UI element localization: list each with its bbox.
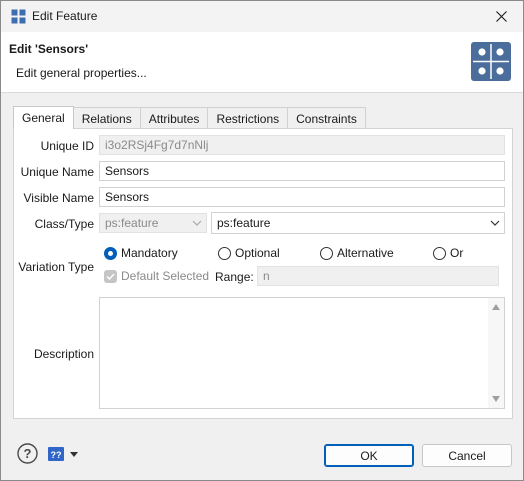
app-icon bbox=[11, 9, 26, 24]
dialog-subtitle: Edit general properties... bbox=[16, 66, 147, 80]
help-menu-glyph: ?? bbox=[51, 450, 62, 460]
radio-icon bbox=[433, 246, 446, 260]
close-icon bbox=[495, 11, 507, 22]
radio-mandatory-label: Mandatory bbox=[121, 246, 178, 260]
class-select: ps:feature bbox=[99, 213, 207, 233]
radio-optional-label: Optional bbox=[235, 246, 280, 260]
tab-general[interactable]: General bbox=[13, 106, 74, 129]
range-label: Range: bbox=[215, 270, 254, 284]
type-select-value: ps:feature bbox=[217, 216, 271, 230]
help-icon[interactable]: ? bbox=[17, 443, 38, 464]
help-menu-icon: ?? bbox=[48, 447, 64, 461]
unique-name-label: Unique Name bbox=[20, 165, 94, 179]
visible-name-input[interactable]: Sensors bbox=[99, 187, 505, 207]
feature-grid-icon bbox=[471, 42, 511, 81]
help-menu-button[interactable]: ?? bbox=[48, 447, 64, 461]
class-type-label: Class/Type bbox=[34, 217, 94, 231]
tab-relations[interactable]: Relations bbox=[72, 107, 141, 129]
description-scrollbar[interactable] bbox=[488, 298, 504, 408]
ok-button[interactable]: OK bbox=[324, 444, 414, 467]
svg-text:?: ? bbox=[24, 446, 32, 461]
chevron-down-icon bbox=[192, 220, 202, 226]
range-input: n bbox=[257, 266, 499, 286]
description-textarea[interactable] bbox=[99, 297, 505, 409]
type-select[interactable]: ps:feature bbox=[211, 212, 505, 234]
radio-alternative[interactable]: Alternative bbox=[320, 246, 394, 260]
scroll-up-icon[interactable] bbox=[492, 304, 500, 310]
scroll-down-icon[interactable] bbox=[492, 396, 500, 402]
edit-feature-dialog: Edit Feature Edit 'Sensors' Edit general… bbox=[0, 0, 524, 481]
header-divider bbox=[1, 92, 523, 93]
tab-restrictions[interactable]: Restrictions bbox=[207, 107, 289, 129]
default-selected-checkbox: Default Selected bbox=[104, 269, 209, 283]
description-label: Description bbox=[33, 347, 94, 361]
radio-or-label: Or bbox=[450, 246, 464, 260]
checkbox-checked-icon bbox=[104, 269, 117, 283]
radio-icon bbox=[218, 246, 231, 260]
dialog-heading: Edit 'Sensors' bbox=[9, 42, 89, 56]
tab-attributes[interactable]: Attributes bbox=[139, 107, 209, 129]
radio-alternative-label: Alternative bbox=[337, 246, 394, 260]
window-title: Edit Feature bbox=[32, 9, 98, 23]
title-bar: Edit Feature bbox=[1, 1, 523, 32]
radio-icon bbox=[320, 246, 333, 260]
unique-id-field: i3o2RSj4Fg7d7nNlj bbox=[99, 135, 505, 155]
default-selected-label: Default Selected bbox=[121, 269, 210, 283]
radio-selected-icon bbox=[104, 246, 117, 260]
chevron-down-icon[interactable] bbox=[70, 452, 78, 457]
cancel-button[interactable]: Cancel bbox=[422, 444, 512, 467]
variation-type-label: Variation Type bbox=[18, 260, 94, 274]
visible-name-label: Visible Name bbox=[23, 191, 94, 205]
unique-name-input[interactable]: Sensors bbox=[99, 161, 505, 181]
tab-bar: General Relations Attributes Restriction… bbox=[13, 106, 366, 129]
close-button[interactable] bbox=[479, 1, 523, 32]
radio-optional[interactable]: Optional bbox=[218, 246, 280, 260]
class-select-value: ps:feature bbox=[105, 216, 159, 230]
radio-mandatory[interactable]: Mandatory bbox=[104, 246, 178, 260]
chevron-down-icon bbox=[490, 220, 500, 226]
dialog-header: Edit 'Sensors' Edit general properties..… bbox=[1, 32, 523, 92]
radio-or[interactable]: Or bbox=[433, 246, 463, 260]
unique-id-label: Unique ID bbox=[40, 139, 94, 153]
tab-constraints[interactable]: Constraints bbox=[287, 107, 366, 129]
